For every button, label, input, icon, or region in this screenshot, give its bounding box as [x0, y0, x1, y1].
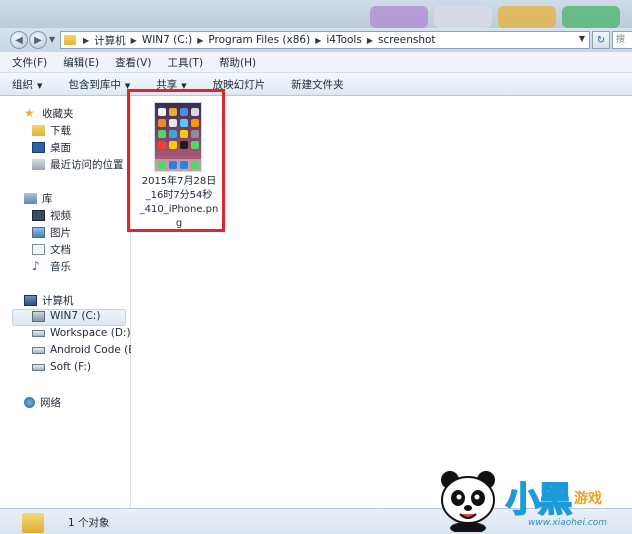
item-count-text: 1 个对象 [68, 517, 110, 529]
music-library-icon: ♪ [32, 259, 40, 273]
drive-icon [32, 363, 45, 371]
menu-view[interactable]: 查看(V) [115, 55, 151, 70]
nav-network-label: 网络 [40, 397, 61, 409]
nav-item-videos[interactable]: 视频 [32, 208, 71, 223]
video-library-icon [32, 210, 45, 221]
command-toolbar: 组织 ▼ 包含到库中 ▼ 共享 ▼ 放映幻灯片 新建文件夹 [0, 73, 632, 96]
watermark-subtitle: 游戏 [574, 491, 602, 507]
nav-item-label: 桌面 [50, 142, 71, 154]
nav-item-label: Soft (F:) [50, 361, 92, 373]
desktop-icon [32, 142, 45, 153]
breadcrumb-separator-icon[interactable]: ▶ [367, 36, 373, 45]
new-folder-button[interactable]: 新建文件夹 [291, 77, 344, 92]
breadcrumb-separator-icon[interactable]: ▶ [131, 36, 137, 45]
computer-icon [24, 295, 37, 306]
download-folder-icon [32, 125, 45, 136]
panda-mascot-icon [441, 471, 495, 532]
drive-icon [32, 346, 45, 354]
breadcrumb-separator-icon[interactable]: ▶ [197, 36, 203, 45]
folder-icon [22, 513, 44, 533]
nav-libraries-label: 库 [42, 193, 53, 205]
nav-item-documents[interactable]: 文档 [32, 242, 71, 257]
menu-help[interactable]: 帮助(H) [219, 55, 256, 70]
organize-button[interactable]: 组织 ▼ [12, 77, 42, 92]
desktop-blur-block [498, 6, 556, 28]
menu-file[interactable]: 文件(F) [12, 55, 47, 70]
organize-label: 组织 [12, 78, 33, 91]
back-arrow-icon: ◀ [15, 34, 23, 46]
breadcrumb-computer[interactable]: 计算机 [94, 33, 126, 48]
back-button[interactable]: ◀ [10, 31, 28, 49]
nav-favorites-label: 收藏夹 [42, 108, 74, 120]
nav-favorites[interactable]: ★ 收藏夹 [24, 106, 74, 121]
chevron-down-icon: ▼ [37, 81, 43, 90]
nav-item-label: 音乐 [50, 261, 71, 273]
menu-bar: 文件(F) 编辑(E) 查看(V) 工具(T) 帮助(H) [0, 52, 632, 73]
forward-button[interactable]: ▶ [29, 31, 47, 49]
nav-item-label: Android Code (E:) [50, 344, 143, 356]
refresh-button[interactable]: ↻ [592, 31, 610, 49]
address-row: ◀ ▶ ▼ ▶ 计算机 ▶ WIN7 (C:) ▶ Program Files … [0, 28, 632, 52]
nav-item-music[interactable]: ♪ 音乐 [32, 259, 71, 274]
star-icon: ★ [24, 106, 35, 120]
red-highlight-box [127, 89, 225, 232]
recent-pages-dropdown[interactable]: ▼ [49, 36, 57, 44]
pictures-library-icon [32, 227, 45, 238]
breadcrumb-program-files[interactable]: Program Files (x86) [208, 34, 310, 46]
nav-item-soft-drive[interactable]: Soft (F:) [32, 361, 91, 373]
nav-item-downloads[interactable]: 下载 [32, 123, 71, 138]
include-in-library-label: 包含到库中 [68, 78, 121, 91]
nav-item-pictures[interactable]: 图片 [32, 225, 71, 240]
breadcrumb-i4tools[interactable]: i4Tools [326, 34, 361, 46]
desktop-blur-block [562, 6, 620, 28]
nav-item-label: Workspace (D:) [50, 327, 131, 339]
nav-computer[interactable]: 计算机 [24, 293, 74, 308]
system-drive-icon [32, 310, 45, 322]
nav-computer-label: 计算机 [42, 295, 74, 307]
drive-icon [32, 329, 45, 337]
breadcrumb-win7-drive[interactable]: WIN7 (C:) [142, 34, 192, 46]
recent-places-icon [32, 159, 45, 170]
nav-item-label: 下载 [50, 125, 71, 137]
nav-item-label: WIN7 (C:) [50, 310, 101, 322]
desktop-blur-block [370, 6, 428, 28]
nav-item-workspace-drive[interactable]: Workspace (D:) [32, 327, 131, 339]
watermark-title: 小黑 [505, 479, 573, 521]
include-in-library-button[interactable]: 包含到库中 ▼ [68, 77, 130, 92]
address-history-dropdown[interactable]: ▼ [579, 34, 585, 43]
breadcrumb-separator-icon[interactable]: ▶ [315, 36, 321, 45]
forward-arrow-icon: ▶ [34, 34, 42, 46]
folder-icon [64, 35, 76, 45]
desktop-blur-block [434, 6, 492, 28]
address-bar[interactable]: ▶ 计算机 ▶ WIN7 (C:) ▶ Program Files (x86) … [60, 31, 590, 49]
nav-item-win7-drive[interactable]: WIN7 (C:) [32, 310, 100, 322]
refresh-icon: ↻ [596, 34, 606, 46]
nav-item-label: 图片 [50, 227, 71, 239]
navigation-pane: ★ 收藏夹 下载 桌面 最近访问的位置 库 视频 图片 文档 ♪ 音乐 计算机 … [0, 96, 143, 508]
menu-tools[interactable]: 工具(T) [167, 55, 203, 70]
nav-network[interactable]: 网络 [24, 395, 61, 410]
nav-item-recent-places[interactable]: 最近访问的位置 [32, 157, 124, 172]
watermark-url: www.xiaohei.com [528, 518, 608, 528]
breadcrumb-separator-icon[interactable]: ▶ [83, 36, 89, 45]
explorer-window: ◀ ▶ ▼ ▶ 计算机 ▶ WIN7 (C:) ▶ Program Files … [0, 0, 632, 534]
nav-item-android-code-drive[interactable]: Android Code (E:) [32, 344, 143, 356]
nav-item-desktop[interactable]: 桌面 [32, 140, 71, 155]
breadcrumb-screenshot[interactable]: screenshot [378, 34, 436, 46]
documents-library-icon [32, 244, 45, 255]
nav-libraries[interactable]: 库 [24, 191, 53, 206]
nav-item-label: 最近访问的位置 [50, 159, 124, 171]
nav-item-label: 文档 [50, 244, 71, 256]
network-icon [24, 397, 35, 408]
search-input[interactable]: 搜 [612, 31, 632, 49]
library-icon [24, 193, 37, 204]
site-watermark: 小黑 游戏 www.xiaohei.com [436, 458, 632, 534]
window-title-strip [0, 0, 632, 28]
menu-edit[interactable]: 编辑(E) [63, 55, 99, 70]
nav-item-label: 视频 [50, 210, 71, 222]
